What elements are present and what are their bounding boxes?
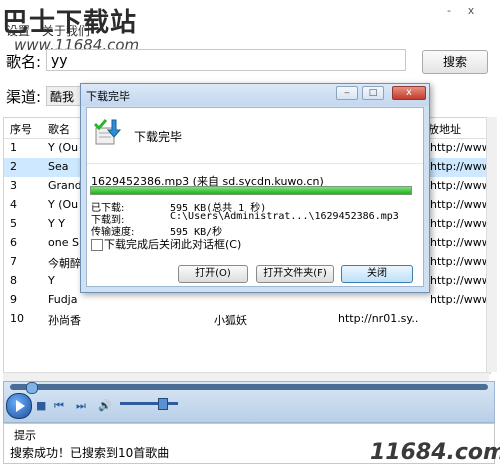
row-url: http://www.k... [430,160,488,173]
vertical-scrollbar[interactable] [486,117,497,372]
row-index: 3 [10,179,17,192]
row-url: http://www.k... [430,274,488,287]
row-url: http://www.k... [430,179,488,192]
row-index: 8 [10,274,17,287]
volume-knob[interactable] [158,398,168,410]
seek-bar[interactable] [10,384,488,390]
close-after-download-checkbox[interactable] [91,239,103,251]
row-index: 6 [10,236,17,249]
minimize-button[interactable]: - [440,4,458,18]
row-url: http://www.k... [430,293,488,306]
row-url: http://www.k... [430,255,488,268]
download-complete-icon [93,119,122,145]
search-button[interactable]: 搜索 [422,50,488,74]
download-progress-fill [91,187,411,194]
previous-icon[interactable]: ⏮ [54,399,64,413]
seek-knob[interactable] [26,382,38,394]
row-url: http://www.k... [430,236,488,249]
volume-icon[interactable]: 🔊 [98,399,112,412]
dialog-minimize-button[interactable]: ‒ [336,86,358,100]
volume-slider[interactable] [120,402,178,405]
dialog-close-button[interactable]: x [392,86,426,100]
col-header-url[interactable]: 放地址 [428,121,461,137]
row-index: 9 [10,293,17,306]
row-artist: 小狐妖 [214,314,247,327]
dialog-close-action-button[interactable]: 关闭 [341,265,413,283]
row-index: 7 [10,255,17,268]
row-index: 1 [10,141,17,154]
table-row[interactable]: 10 孙尚香 小狐妖 http://nr01.sy... [4,310,490,329]
status-message: 搜索成功！已搜索到10首歌曲 [10,446,170,460]
col-header-title[interactable]: 歌名 [48,121,70,137]
col-header-index[interactable]: 序号 [10,121,32,137]
row-url: http://www.k... [430,198,488,211]
close-after-download-label[interactable]: 下载完成后关闭此对话框(C) [104,236,241,252]
row-title: 孙尚香 [48,314,81,327]
channel-label: 渠道: [6,88,42,106]
stop-icon[interactable]: ■ [36,399,46,412]
open-folder-button[interactable]: 打开文件夹(F) [256,265,334,283]
play-button[interactable] [6,393,32,419]
row-title: Fudja [48,293,78,306]
table-row[interactable]: 9 Fudja http://www.k... [4,291,490,310]
row-url: http://www.k... [430,217,488,230]
row-url: http://www.k... [430,141,488,154]
next-icon[interactable]: ⏭ [76,399,86,413]
watermark-bottom: 11684.com [370,440,500,465]
dialog-maximize-button[interactable]: □ [362,86,384,100]
saved-to-value: C:\Users\Administrat...\1629452386.mp3 [170,211,399,222]
row-index: 5 [10,217,17,230]
song-label: 歌名: [6,53,42,71]
status-title: 提示 [14,429,36,442]
open-button[interactable]: 打开(O) [178,265,248,283]
song-search-input[interactable]: yy [46,49,406,71]
row-index: 4 [10,198,17,211]
row-index: 10 [10,312,24,325]
close-button[interactable]: x [462,4,480,18]
row-url: http://nr01.sy... [338,312,418,325]
dialog-heading: 下载完毕 [134,130,183,144]
row-index: 2 [10,160,17,173]
dialog-title: 下载完毕 [86,90,130,103]
